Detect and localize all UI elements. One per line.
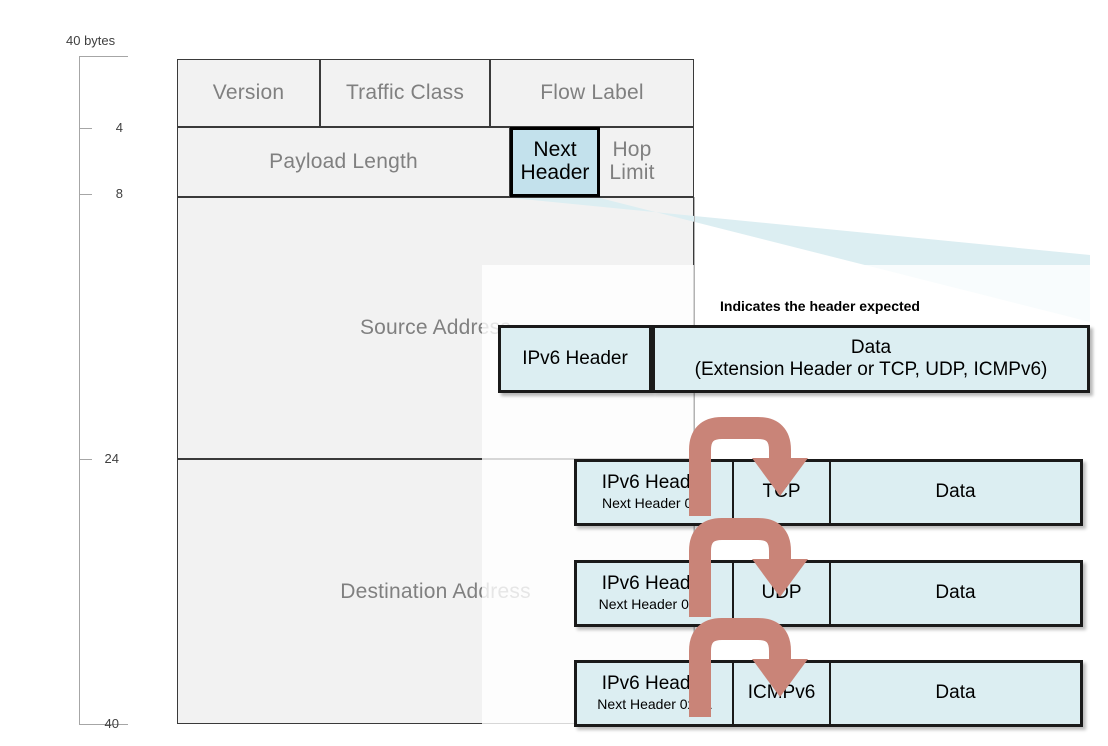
- icmpv6-protocol-label: ICMPv6: [747, 682, 816, 704]
- tcp-protocol-segment: TCP: [732, 462, 829, 523]
- callout-note-line1: Indicates the header expected: [720, 297, 920, 314]
- next-header-highlight[interactable]: Next Header: [510, 127, 600, 197]
- next-header-line2: Header: [520, 161, 590, 184]
- example-data-line1: Data: [850, 337, 892, 359]
- header-field-flow-label: Flow Label: [490, 59, 694, 127]
- header-field-payload-length: Payload Length: [177, 127, 510, 197]
- icmpv6-ipv6-header-label: IPv6 Header: [601, 673, 708, 695]
- icmpv6-ipv6-header-segment: IPv6 Header Next Header 0x3A: [577, 663, 732, 724]
- icmpv6-next-header-label: Next Header 0x3A: [597, 696, 712, 713]
- ruler-tick-label-4: 4: [115, 120, 123, 135]
- hop-limit-line1: Hop: [612, 138, 652, 162]
- udp-ipv6-header-segment: IPv6 Header Next Header 0x11: [577, 563, 732, 624]
- ruler-unit-label: 40 bytes: [66, 33, 116, 48]
- tcp-next-header-label: Next Header 0x6: [601, 495, 708, 512]
- ruler-tick-label-40: 40: [104, 716, 119, 731]
- icmpv6-data-label: Data: [935, 682, 976, 704]
- ruler-tick-label-24: 24: [104, 451, 119, 466]
- udp-data-label: Data: [935, 582, 976, 604]
- udp-protocol-label: UDP: [761, 582, 802, 604]
- example-ipv6-header-label: IPv6 Header: [522, 348, 628, 370]
- tcp-protocol-label: TCP: [762, 481, 801, 503]
- example-data-box: Data (Extension Header or TCP, UDP, ICMP…: [652, 325, 1090, 393]
- tcp-ipv6-header-label: IPv6 Header: [601, 472, 708, 494]
- diagram-canvas: 40 bytes 4 8 24 40 Version Traffic Class…: [0, 0, 1108, 746]
- example-ipv6-header-box: IPv6 Header: [498, 325, 652, 393]
- udp-protocol-segment: UDP: [732, 563, 829, 624]
- header-field-version: Version: [177, 59, 320, 127]
- udp-ipv6-header-label: IPv6 Header: [601, 573, 708, 595]
- next-header-line1: Next: [533, 138, 577, 162]
- hop-limit-line2: Limit: [609, 161, 655, 184]
- example-data-line2: (Extension Header or TCP, UDP, ICMPv6): [694, 359, 1048, 380]
- tcp-data-segment: Data: [829, 462, 1080, 523]
- protocol-row-tcp: IPv6 Header Next Header 0x6 TCP Data: [574, 459, 1083, 526]
- ruler-tick-4: [79, 128, 92, 129]
- protocol-row-icmpv6: IPv6 Header Next Header 0x3A ICMPv6 Data: [574, 660, 1083, 727]
- ruler-tick-label-8: 8: [115, 186, 123, 201]
- icmpv6-data-segment: Data: [829, 663, 1080, 724]
- ruler-axis: [79, 56, 80, 724]
- udp-next-header-label: Next Header 0x11: [598, 596, 711, 613]
- icmpv6-protocol-segment: ICMPv6: [732, 663, 829, 724]
- ruler-tick-8: [79, 194, 92, 195]
- header-field-traffic-class: Traffic Class: [320, 59, 490, 127]
- ruler-top-cap: [79, 56, 128, 57]
- tcp-ipv6-header-segment: IPv6 Header Next Header 0x6: [577, 462, 732, 523]
- protocol-row-udp: IPv6 Header Next Header 0x11 UDP Data: [574, 560, 1083, 627]
- tcp-data-label: Data: [935, 481, 976, 503]
- udp-data-segment: Data: [829, 563, 1080, 624]
